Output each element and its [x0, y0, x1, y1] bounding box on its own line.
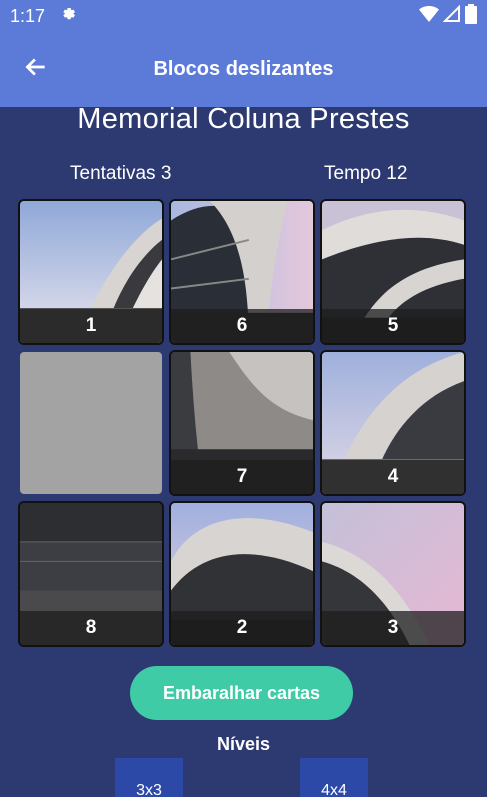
tile-number: 2	[171, 611, 313, 645]
tile-number: 3	[322, 611, 464, 645]
wifi-icon	[419, 5, 439, 28]
puzzle-tile[interactable]: 1	[18, 199, 164, 345]
puzzle-grid: 1 6 5 7 4 8 2 3	[18, 199, 466, 647]
signal-icon	[442, 4, 461, 28]
tile-number: 8	[20, 611, 162, 645]
tile-number: 1	[20, 309, 162, 343]
level-4x4-button[interactable]: 4x4	[300, 758, 368, 797]
levels-title: Níveis	[216, 734, 271, 754]
tile-number: 5	[322, 309, 464, 343]
arrow-back-icon	[23, 54, 49, 85]
status-time: 1:17	[10, 5, 46, 26]
puzzle-tile[interactable]: 6	[169, 199, 315, 345]
app-bar: Blocos deslizantes	[0, 32, 487, 107]
puzzle-tile[interactable]: 2	[169, 501, 315, 647]
app-bar-title: Blocos deslizantes	[153, 58, 334, 80]
tile-number: 6	[171, 309, 313, 343]
time-counter: Tempo 12	[324, 163, 408, 184]
empty-tile[interactable]	[18, 350, 164, 496]
level-3x3-button[interactable]: 3x3	[115, 758, 183, 797]
shuffle-button[interactable]: Embaralhar cartas	[130, 666, 353, 720]
tile-number: 7	[171, 460, 313, 494]
attempts-counter: Tentativas 3	[70, 163, 172, 184]
settings-icon	[59, 5, 77, 28]
puzzle-tile[interactable]: 5	[320, 199, 466, 345]
puzzle-tile[interactable]: 3	[320, 501, 466, 647]
puzzle-tile[interactable]: 4	[320, 350, 466, 496]
puzzle-title: Memorial Coluna Prestes	[77, 103, 410, 135]
status-bar: 1:17	[0, 0, 487, 32]
back-button[interactable]	[0, 32, 72, 107]
battery-icon	[465, 3, 477, 29]
puzzle-tile[interactable]: 7	[169, 350, 315, 496]
puzzle-tile[interactable]: 8	[18, 501, 164, 647]
tile-number: 4	[322, 460, 464, 494]
